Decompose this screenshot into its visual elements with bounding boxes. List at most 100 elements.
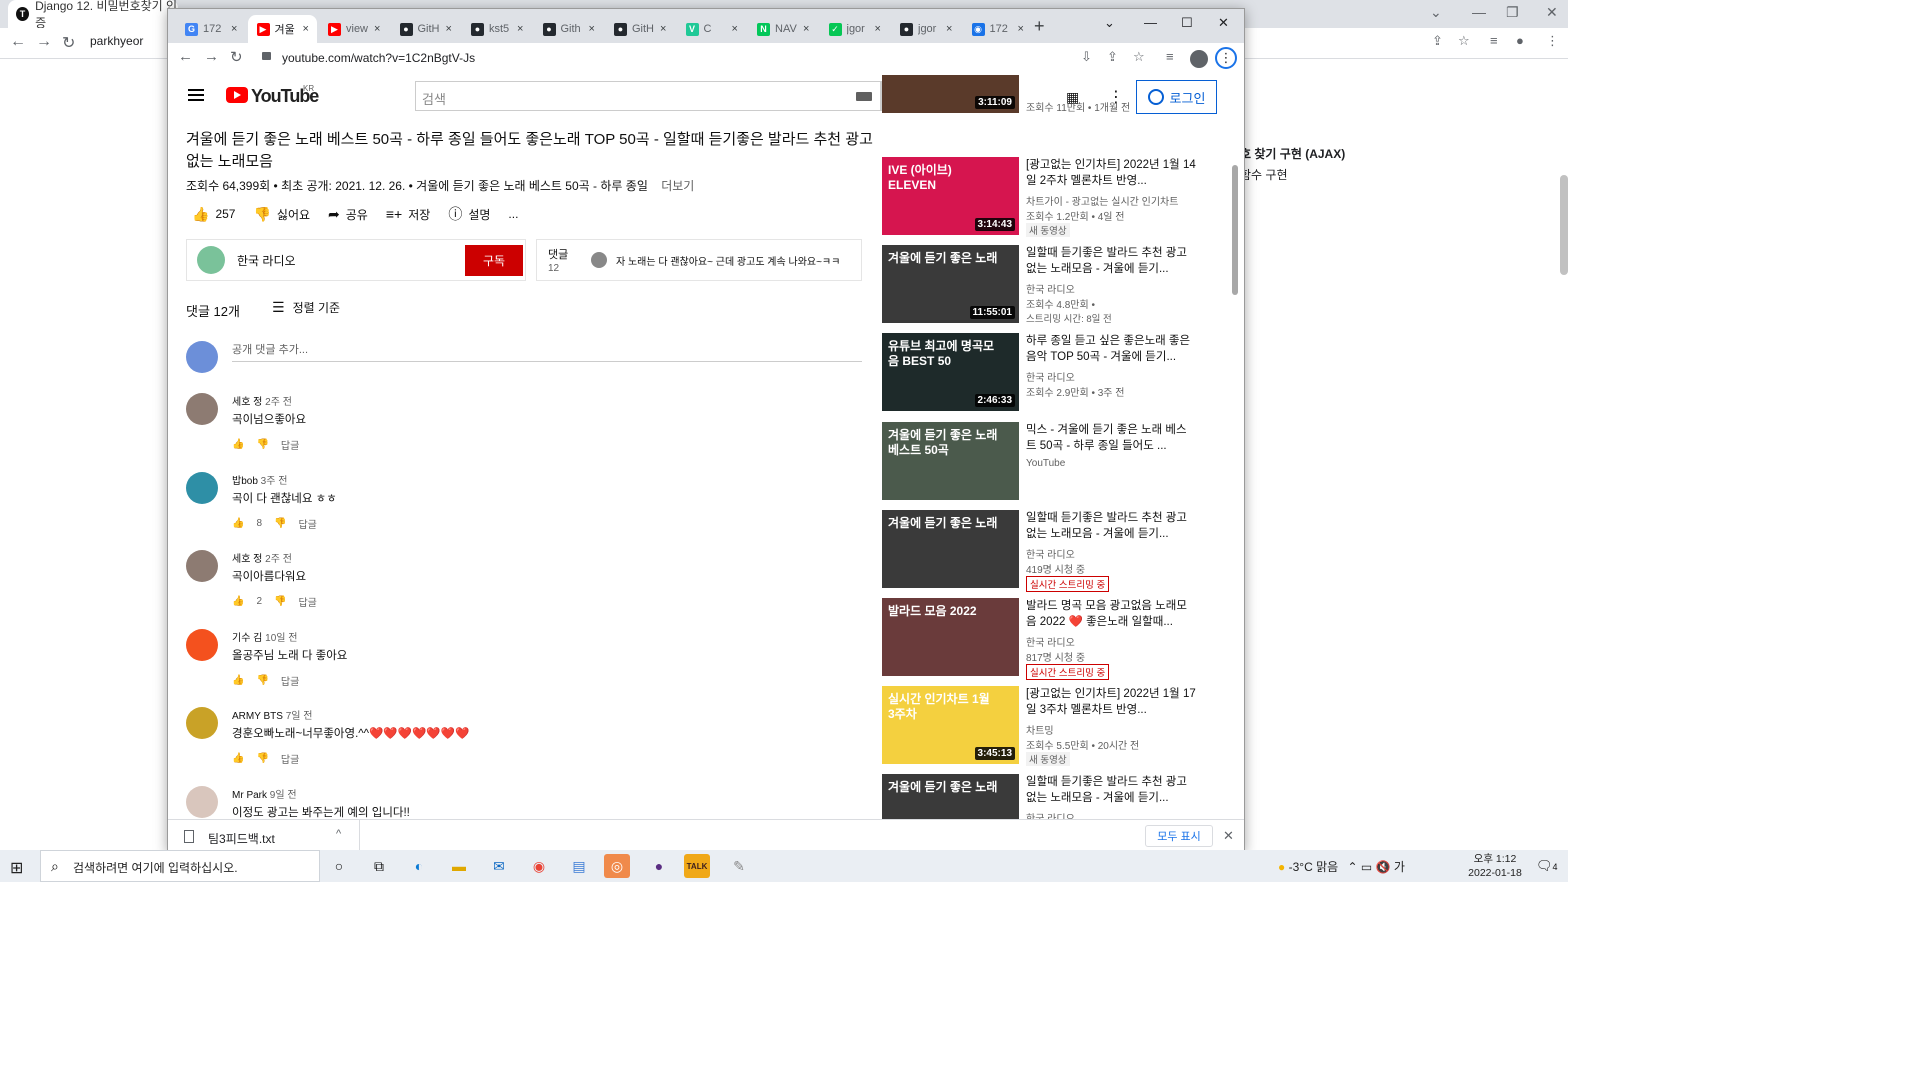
related-channel[interactable]: 차트가이 - 광고없는 실시간 인기차트 (1026, 193, 1178, 208)
back-icon[interactable]: ← (178, 48, 193, 65)
avatar[interactable] (186, 471, 218, 504)
file-explorer-icon[interactable]: ▬ (446, 854, 472, 878)
lock-icon[interactable] (262, 52, 271, 60)
install-icon[interactable]: ⇩ (1081, 49, 1092, 65)
reading-list-icon[interactable]: ≡ (1490, 33, 1498, 48)
address-bar[interactable]: youtube.com/watch?v=1C2nBgtV-Js (282, 51, 475, 65)
thumbs-down-icon[interactable]: 👎 (256, 753, 268, 764)
ime-indicator[interactable]: 가 (1394, 860, 1405, 874)
tab-close-icon[interactable]: × (1018, 23, 1024, 35)
comment-author[interactable]: 세호 정 2주 전 (232, 393, 292, 408)
related-title[interactable]: 믹스 - 겨울에 듣기 좋은 노래 베스트 50곡 - 하루 종일 들어도 ..… (1026, 422, 1196, 454)
thumbs-up-icon[interactable]: 👍 (232, 675, 244, 686)
back-icon[interactable]: ← (10, 33, 26, 51)
weather-icon[interactable]: ● (1278, 860, 1285, 874)
tab-1[interactable]: G 172 × (176, 15, 246, 43)
network-icon[interactable]: ▭ (1361, 860, 1372, 874)
related-channel[interactable]: 한국 라디오 (1026, 810, 1075, 819)
related-video-top[interactable]: 3:11:09 조회수 11만회 • 1개월 전 (882, 75, 1197, 115)
reply-button[interactable]: 답글 (281, 437, 299, 452)
avatar[interactable] (186, 785, 218, 818)
tab-close-icon[interactable]: × (946, 23, 952, 35)
video-thumbnail[interactable]: 겨울에 듣기 좋은 노래 11:55:01 (882, 245, 1019, 324)
profile-icon[interactable]: ● (1516, 33, 1524, 48)
thumbs-up-icon[interactable]: 👍 (232, 439, 244, 450)
related-title[interactable]: 일할때 듣기좋은 발라드 추천 광고없는 노래모음 - 겨울에 듣기... (1026, 510, 1196, 542)
related-title[interactable]: 발라드 명곡 모음 광고없음 노래모음 2022 ❤️ 좋은노래 일할때... (1026, 598, 1196, 630)
tab-close-icon[interactable]: × (875, 23, 881, 35)
reply-button[interactable]: 답글 (281, 673, 299, 688)
tab-close-icon[interactable]: × (446, 23, 452, 35)
thumbs-down-icon[interactable]: 👎 (256, 675, 268, 686)
github-desktop-icon[interactable]: ● (646, 854, 672, 878)
task-view-icon[interactable]: ⧉ (366, 854, 392, 878)
thumbs-up-icon[interactable]: 👍 (232, 753, 244, 764)
related-video[interactable]: 겨울에 듣기 좋은 노래 베스트 50곡 믹스 - 겨울에 듣기 좋은 노래 베스… (882, 421, 1197, 502)
page-scrollbar[interactable] (1232, 165, 1238, 295)
new-tab-button[interactable]: + (1034, 17, 1045, 35)
discord-icon[interactable]: ◎ (604, 854, 630, 878)
sort-button[interactable]: ☰ 정렬 기준 (272, 299, 340, 316)
tab-6[interactable]: ● Gith × (534, 15, 604, 43)
close-icon[interactable]: ✕ (1223, 828, 1234, 844)
download-filename[interactable]: 팀3피드백.txt (208, 830, 275, 847)
avatar[interactable] (186, 393, 218, 425)
tab-close-icon[interactable]: × (732, 23, 738, 35)
video-thumbnail[interactable]: 유튜브 최고에 명곡모음 BEST 50 2:46:33 (882, 333, 1019, 412)
description-button[interactable]: ⓘ 설명 (448, 204, 490, 224)
video-thumbnail[interactable]: IVE (아이브) ELEVEN 3:14:43 (882, 157, 1019, 235)
related-channel[interactable]: 차트밍 (1026, 722, 1054, 737)
share-icon[interactable]: ⇪ (1432, 33, 1443, 49)
minimize-icon[interactable]: — (1144, 15, 1157, 30)
youtube-logo-icon[interactable] (226, 87, 248, 103)
tab-8[interactable]: V C × (677, 15, 747, 43)
video-thumbnail[interactable]: 발라드 모음 2022 (882, 598, 1019, 676)
video-thumbnail[interactable]: 겨울에 듣기 좋은 노래 베스트 50곡 (882, 421, 1019, 500)
channel-avatar[interactable] (197, 246, 225, 274)
related-video[interactable]: 겨울에 듣기 좋은 노래11:55:00일할때 듣기좋은 발라드 추천 광고없는… (882, 774, 1197, 819)
reply-button[interactable]: 답글 (298, 594, 316, 609)
reload-icon[interactable]: ↻ (230, 48, 243, 66)
mail-icon[interactable]: ✉ (486, 854, 512, 878)
tab-close-icon[interactable]: × (231, 23, 237, 35)
profile-avatar[interactable] (1190, 50, 1208, 68)
star-icon[interactable]: ☆ (1458, 33, 1470, 49)
tab-4[interactable]: ● GitH × (391, 15, 461, 43)
related-video[interactable]: 유튜브 최고에 명곡모음 BEST 50 2:46:33 하루 종일 듣고 싶은 좋… (882, 333, 1197, 413)
thumbs-up-icon[interactable]: 👍 (232, 518, 244, 529)
avatar[interactable] (186, 628, 218, 661)
like-button[interactable]: 👍 257 (192, 206, 235, 223)
volume-icon[interactable]: 🔇 (1376, 860, 1391, 874)
bookmark-star-icon[interactable]: ☆ (1133, 49, 1145, 65)
cortana-icon[interactable]: ○ (326, 854, 352, 878)
related-title[interactable]: 일할때 듣기좋은 발라드 추천 광고없는 노래모음 - 겨울에 듣기... (1026, 774, 1196, 806)
related-channel[interactable]: 한국 라디오 (1026, 634, 1075, 649)
paint-icon[interactable]: ✎ (726, 854, 752, 878)
related-channel[interactable]: 한국 라디오 (1026, 546, 1075, 561)
related-video[interactable]: 발라드 모음 2022 발라드 명곡 모음 광고없음 노래모음 2022 ❤️ 좋… (882, 598, 1197, 680)
thumbs-up-icon[interactable]: 👍 (232, 596, 244, 607)
related-video[interactable]: 겨울에 듣기 좋은 노래 일할때 듣기좋은 발라드 추천 광고없는 노래모음 - … (882, 509, 1197, 592)
tab-close-icon[interactable]: × (660, 23, 666, 35)
comment-author[interactable]: 밥bob 3주 전 (232, 472, 287, 487)
thumbs-down-icon[interactable]: 👎 (274, 596, 286, 607)
hamburger-menu-icon[interactable] (188, 89, 204, 91)
menu-icon[interactable]: ⋮ (1546, 33, 1559, 49)
kakaotalk-icon[interactable]: TALK (684, 854, 710, 878)
comment-author[interactable]: Mr Park 9일 전 (232, 786, 297, 801)
channel-name[interactable]: 한국 라디오 (237, 252, 296, 269)
related-channel[interactable]: 한국 라디오 (1026, 281, 1075, 296)
windows-start-icon[interactable]: ⊞ (10, 858, 23, 878)
notification-icon[interactable]: 🗨4 (1536, 858, 1558, 874)
notepad-icon[interactable]: ▤ (566, 854, 592, 878)
forward-icon[interactable]: → (36, 33, 52, 51)
tab-7[interactable]: ● GitH × (605, 15, 675, 43)
chevron-up-icon[interactable]: ⌃ (1348, 860, 1358, 874)
reading-list-icon[interactable]: ≡ (1166, 49, 1174, 64)
save-button[interactable]: ≡+ 저장 (386, 206, 430, 223)
add-comment-input[interactable]: 공개 댓글 추가... (232, 341, 862, 362)
clock[interactable]: 오후 1:12 2022-01-18 (1460, 852, 1530, 880)
background-tab[interactable]: T Django 12. 비밀번호찾기 인증 (8, 0, 178, 30)
tab-close-icon[interactable]: × (803, 23, 809, 35)
related-channel[interactable]: 한국 라디오 (1026, 369, 1075, 384)
